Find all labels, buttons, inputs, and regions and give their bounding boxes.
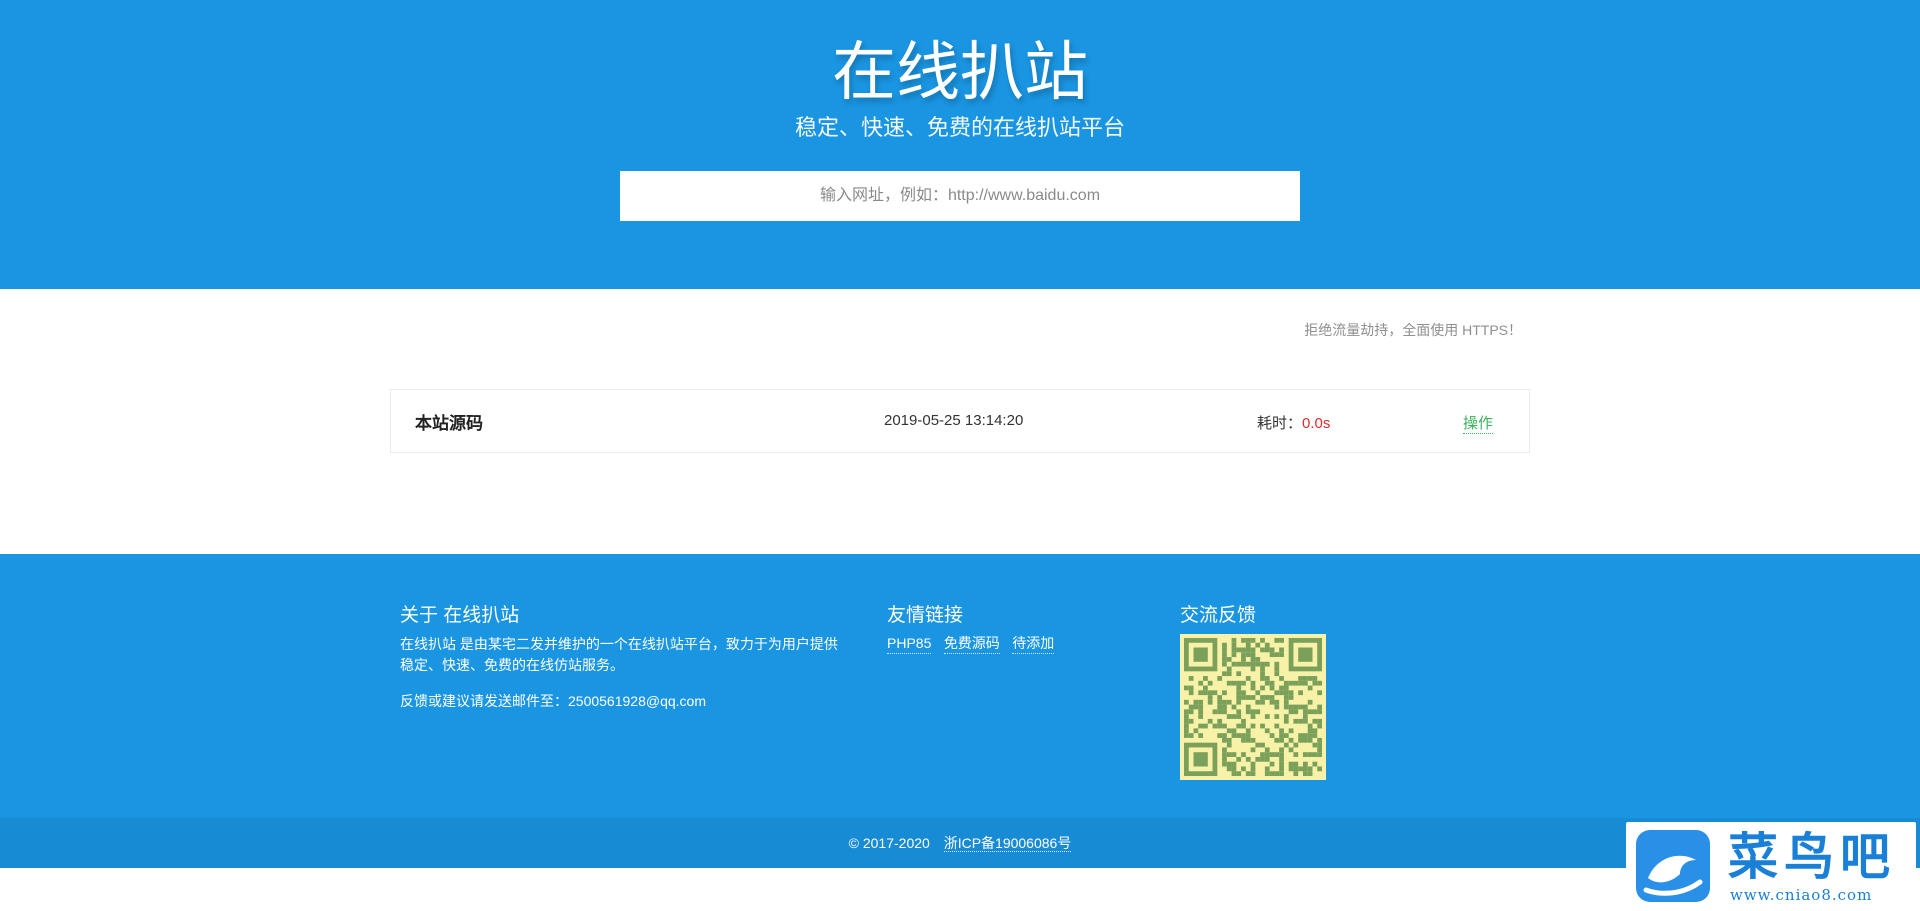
site-subtitle: 稳定、快速、免费的在线扒站平台: [794, 115, 1125, 140]
url-input[interactable]: [620, 171, 1300, 221]
result-cost: 耗时：0.0s: [1257, 412, 1330, 433]
action-link[interactable]: 操作: [1462, 412, 1493, 434]
https-notice: 拒绝流量劫持，全面使用 HTTPS！: [1304, 322, 1522, 338]
bird-logo-graphic: [1643, 855, 1703, 896]
links-title: 友情链接: [887, 605, 964, 626]
result-name: 本站源码: [415, 414, 483, 433]
cost-label: 耗时：: [1257, 415, 1303, 432]
footer-links: 友情链接 PHP85 免费源码 待添加: [887, 602, 1147, 654]
about-text: 在线扒站 是由某宅二发并维护的一个在线扒站平台，致力于为用户提供稳定、快速、免费…: [400, 636, 838, 673]
link-free-source[interactable]: 免费源码: [943, 634, 1000, 654]
bird-logo-icon: [1636, 830, 1710, 902]
footer: 关于 在线扒站 在线扒站 是由某宅二发并维护的一个在线扒站平台，致力于为用户提供…: [0, 554, 1920, 818]
hero-banner: 在线扒站 稳定、快速、免费的在线扒站平台: [0, 0, 1920, 289]
contact-email: 反馈或建议请发送邮件至：2500561928@qq.com: [400, 693, 706, 709]
cost-value: 0.0s: [1302, 415, 1331, 432]
qr-code-graphic: [1184, 638, 1322, 776]
links-list: PHP85 免费源码 待添加: [887, 634, 1147, 654]
qr-code-icon: [1180, 634, 1326, 780]
site-title: 在线扒站: [832, 36, 1088, 108]
copyright-text: © 2017-2020: [848, 835, 930, 851]
footer-feedback: 交流反馈: [1180, 602, 1380, 780]
link-to-add[interactable]: 待添加: [1012, 634, 1055, 654]
about-title: 关于 在线扒站: [400, 605, 520, 626]
watermark-name: 菜鸟吧: [1728, 827, 1896, 886]
result-time: 2019-05-25 13:14:20: [884, 412, 1024, 429]
result-row: 本站源码 2019-05-25 13:14:20 耗时：0.0s 操作: [390, 389, 1530, 453]
link-php85[interactable]: PHP85: [887, 634, 932, 654]
icp-link[interactable]: 浙ICP备19006086号: [943, 835, 1072, 852]
watermark-url: www.cniao8.com: [1730, 886, 1873, 904]
watermark: 菜鸟吧 www.cniao8.com: [1626, 822, 1916, 910]
feedback-title: 交流反馈: [1180, 605, 1257, 626]
footer-about: 关于 在线扒站 在线扒站 是由某宅二发并维护的一个在线扒站平台，致力于为用户提供…: [400, 602, 840, 712]
